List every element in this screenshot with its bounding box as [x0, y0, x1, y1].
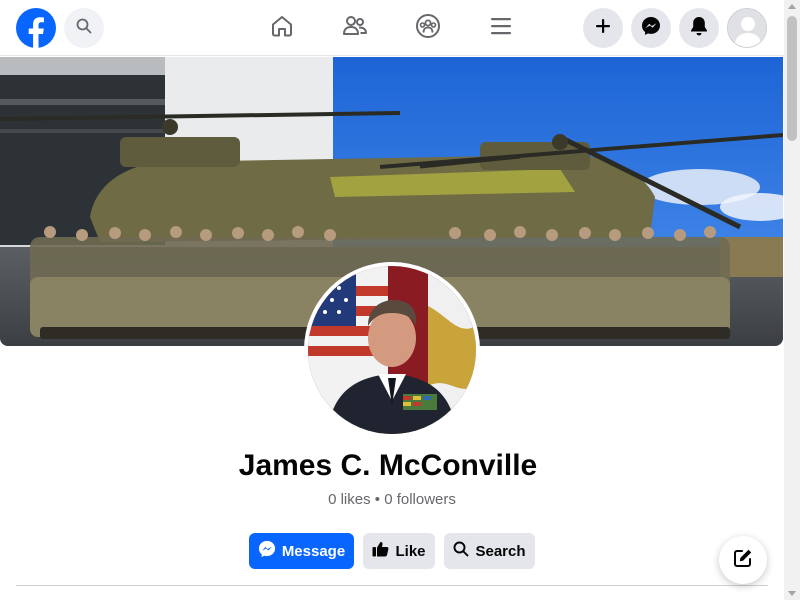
facebook-logo-icon[interactable]	[16, 8, 56, 48]
groups-nav-button[interactable]	[414, 13, 442, 44]
account-avatar[interactable]	[727, 8, 767, 48]
thumbs-up-icon	[372, 541, 389, 561]
search-icon	[76, 18, 92, 39]
bell-icon	[690, 16, 708, 41]
scroll-down-arrow-icon[interactable]	[788, 591, 796, 596]
menu-icon	[490, 16, 512, 41]
plus-icon	[595, 18, 611, 39]
search-label: Search	[475, 542, 526, 560]
top-navigation-bar	[0, 0, 784, 56]
profile-stats: 0 likes • 0 followers	[328, 491, 456, 508]
messenger-icon	[641, 16, 661, 41]
create-button[interactable]	[583, 8, 623, 48]
menu-nav-button[interactable]	[487, 14, 515, 42]
message-button[interactable]: Message	[249, 533, 354, 569]
search-profile-button[interactable]: Search	[444, 533, 535, 569]
messenger-button[interactable]	[631, 8, 671, 48]
home-nav-button[interactable]	[268, 14, 296, 42]
notifications-button[interactable]	[679, 8, 719, 48]
search-button[interactable]	[64, 8, 104, 48]
friends-nav-button[interactable]	[341, 14, 369, 42]
section-divider	[16, 585, 768, 586]
profile-picture[interactable]	[304, 262, 480, 438]
like-button[interactable]: Like	[363, 533, 435, 569]
scroll-thumb[interactable]	[787, 16, 797, 141]
profile-avatar-icon	[728, 9, 766, 47]
compose-icon	[733, 548, 753, 573]
compose-button[interactable]	[719, 536, 767, 584]
friends-icon	[342, 14, 368, 43]
scroll-up-arrow-icon[interactable]	[788, 4, 796, 9]
profile-name: James C. McConville	[238, 449, 538, 482]
home-icon	[270, 14, 294, 43]
messenger-icon	[258, 540, 276, 562]
like-label: Like	[395, 542, 426, 560]
message-label: Message	[281, 542, 346, 560]
groups-icon	[415, 13, 441, 44]
search-icon	[453, 541, 469, 561]
page-scrollbar[interactable]	[784, 0, 800, 600]
